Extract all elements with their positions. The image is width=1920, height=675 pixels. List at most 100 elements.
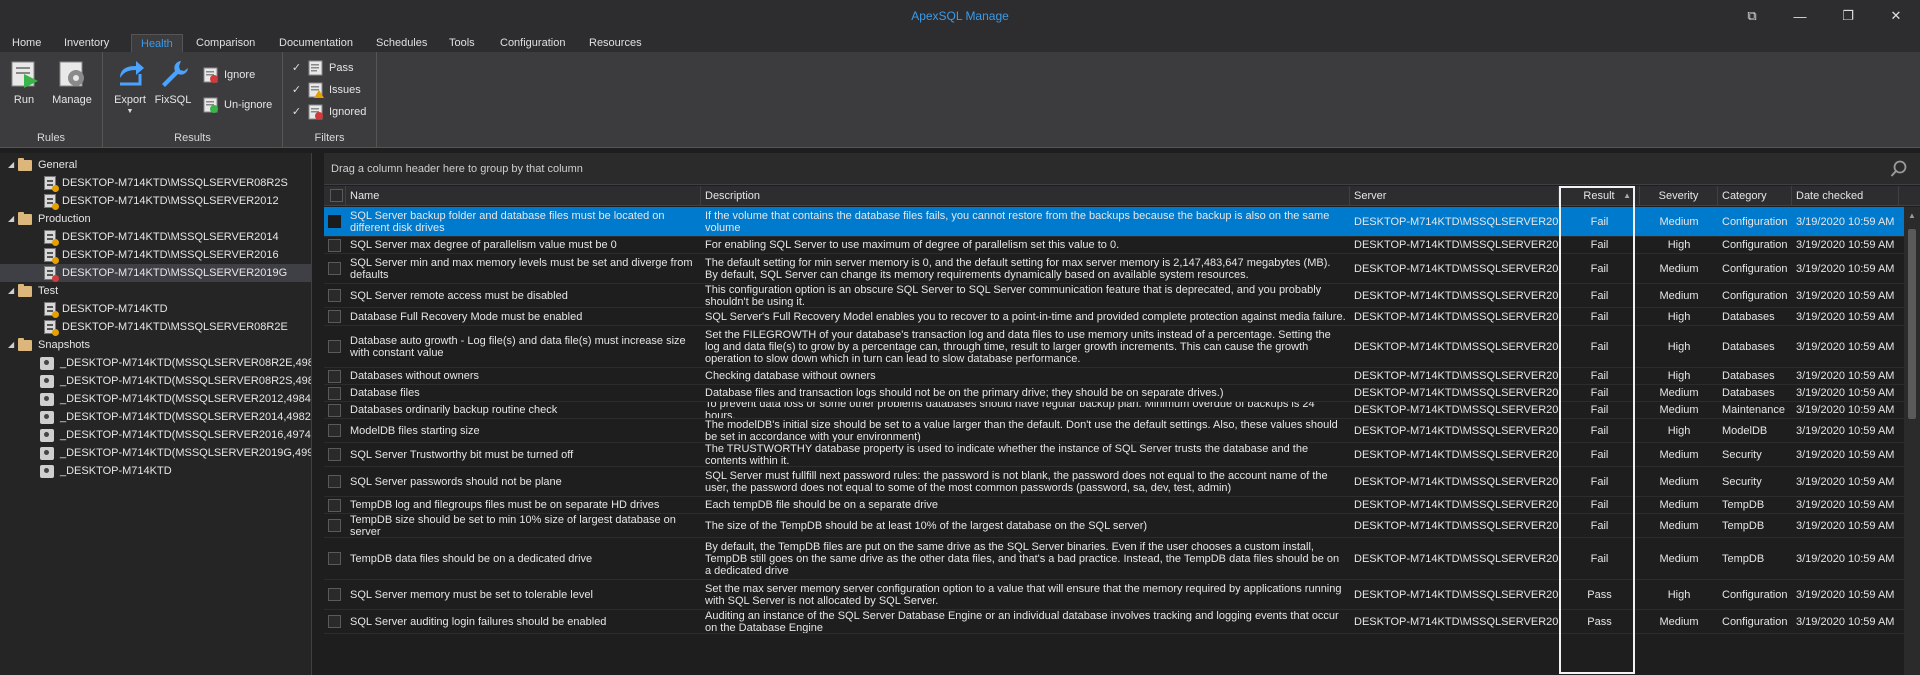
filter-issues-toggle[interactable]: ✓ Issues [290,80,361,100]
column-header-description[interactable]: Description [701,186,1350,206]
tree-group-test[interactable]: ◢ Test [8,282,58,300]
tab-documentation[interactable]: Documentation [270,34,362,52]
checkbox[interactable] [328,552,341,565]
table-row[interactable]: ModelDB files starting size The modelDB's… [324,419,1904,443]
row-checkbox-cell[interactable] [324,368,346,384]
close-button[interactable]: ✕ [1872,0,1920,32]
tree-server-item[interactable]: DESKTOP-M714KTD\MSSQLSERVER08R2E [0,318,311,336]
table-row[interactable]: Database files Database files and transac… [324,385,1904,402]
table-row[interactable]: Database auto growth - Log file(s) and d… [324,326,1904,368]
ignore-button[interactable]: Ignore [203,65,255,85]
tree-snapshot-item[interactable]: _DESKTOP-M714KTD(MSSQLSERVER2014,49823) [40,408,311,426]
tree-server-item[interactable]: DESKTOP-M714KTD\MSSQLSERVER08R2S [0,174,311,192]
row-checkbox-cell[interactable] [324,308,346,325]
checkbox[interactable] [330,189,343,202]
group-by-bar[interactable]: Drag a column header here to group by th… [324,153,1920,185]
row-checkbox-cell[interactable] [324,419,346,442]
grid-vertical-scrollbar[interactable]: ▲ [1904,207,1920,675]
checkbox[interactable] [328,310,341,323]
tab-resources[interactable]: Resources [580,34,651,52]
row-checkbox-cell[interactable] [324,497,346,513]
row-checkbox-cell[interactable] [324,514,346,537]
export-button[interactable]: Export ▼ [108,58,152,115]
row-checkbox-cell[interactable] [324,385,346,401]
tab-comparison[interactable]: Comparison [187,34,264,52]
expand-triangle-icon[interactable]: ◢ [8,210,18,228]
minimize-button[interactable]: — [1776,0,1824,32]
tree-group-production[interactable]: ◢ Production [8,210,91,228]
column-header-result[interactable]: Result ▲ [1559,186,1640,206]
column-header-category[interactable]: Category [1718,186,1792,206]
table-row[interactable]: SQL Server backup folder and database fi… [324,207,1904,237]
tree-snapshot-item[interactable]: _DESKTOP-M714KTD(MSSQLSERVER08R2S,49857) [40,372,311,390]
table-row[interactable]: SQL Server min and max memory levels mus… [324,254,1904,284]
row-checkbox-cell[interactable] [324,237,346,253]
fixsql-button[interactable]: FixSQL [151,58,195,106]
filter-ignored-toggle[interactable]: ✓ Ignored [290,102,366,122]
run-button[interactable]: Run [2,58,46,106]
table-row[interactable]: Databases ordinarily backup routine chec… [324,402,1904,419]
table-row[interactable]: TempDB data files should be on a dedicat… [324,538,1904,580]
select-all-checkbox[interactable] [324,186,346,206]
tab-configuration[interactable]: Configuration [491,34,574,52]
tree-server-item[interactable]: DESKTOP-M714KTD [0,300,311,318]
tab-schedules[interactable]: Schedules [367,34,436,52]
tree-group-general[interactable]: ◢ General [8,156,77,174]
unignore-button[interactable]: Un-ignore [203,95,272,115]
table-row[interactable]: SQL Server remote access must be disable… [324,284,1904,308]
tree-server-item[interactable]: DESKTOP-M714KTD\MSSQLSERVER2014 [0,228,311,246]
row-checkbox-cell[interactable] [324,580,346,609]
filter-pass-toggle[interactable]: ✓ Pass [290,58,353,78]
expand-triangle-icon[interactable]: ◢ [8,282,18,300]
checkbox[interactable] [328,615,341,628]
panel-splitter[interactable] [312,153,324,675]
tree-snapshot-item[interactable]: _DESKTOP-M714KTD(MSSQLSERVER2016,49747) [40,426,311,444]
table-row[interactable]: Databases without owners Checking databas… [324,368,1904,385]
tree-group-snapshots[interactable]: ◢ Snapshots [8,336,90,354]
expand-triangle-icon[interactable]: ◢ [8,336,18,354]
row-checkbox-cell[interactable] [324,284,346,307]
checkbox[interactable] [328,238,341,252]
column-header-server[interactable]: Server [1350,186,1559,206]
checkbox[interactable] [328,262,341,275]
checkbox[interactable] [328,519,341,532]
tab-inventory[interactable]: Inventory [55,34,118,52]
tab-health[interactable]: Health [131,34,183,52]
tree-server-item[interactable]: DESKTOP-M714KTD\MSSQLSERVER2012 [0,192,311,210]
table-row[interactable]: SQL Server Trustworthy bit must be turne… [324,443,1904,467]
checkbox[interactable] [328,386,341,400]
export-dropdown-icon[interactable]: ▼ [108,108,152,115]
tab-home[interactable]: Home [3,34,50,52]
maximize-button[interactable]: ❐ [1824,0,1872,32]
row-checkbox-cell[interactable] [324,610,346,633]
checkbox[interactable] [328,369,341,383]
row-checkbox-cell[interactable] [324,538,346,579]
tree-snapshot-item[interactable]: _DESKTOP-M714KTD(MSSQLSERVER2019G,49970) [40,444,311,462]
expand-triangle-icon[interactable]: ◢ [8,156,18,174]
table-row[interactable]: SQL Server max degree of parallelism val… [324,237,1904,254]
checkbox[interactable] [328,403,341,417]
scrollbar-thumb[interactable] [1908,229,1916,419]
checkbox[interactable] [328,588,341,601]
row-checkbox-cell[interactable] [324,467,346,496]
scroll-up-icon[interactable]: ▲ [1908,211,1916,220]
checkbox[interactable] [328,448,341,461]
row-checkbox-cell[interactable] [324,207,346,236]
tree-server-item[interactable]: DESKTOP-M714KTD\MSSQLSERVER2016 [0,246,311,264]
checkbox[interactable] [328,475,341,488]
table-row[interactable]: SQL Server auditing login failures shoul… [324,610,1904,634]
row-checkbox-cell[interactable] [324,402,346,418]
tree-snapshot-item[interactable]: _DESKTOP-M714KTD [40,462,172,480]
column-header-date-checked[interactable]: Date checked [1792,186,1899,206]
checkbox[interactable] [328,340,341,353]
search-icon[interactable] [1890,160,1908,178]
row-checkbox-cell[interactable] [324,254,346,283]
column-header-severity[interactable]: Severity [1640,186,1718,206]
tree-snapshot-item[interactable]: _DESKTOP-M714KTD(MSSQLSERVER08R2E,49870) [40,354,311,372]
tree-snapshot-item[interactable]: _DESKTOP-M714KTD(MSSQLSERVER2012,49844) [40,390,311,408]
table-row[interactable]: TempDB size should be set to min 10% siz… [324,514,1904,538]
tree-server-item[interactable]: DESKTOP-M714KTD\MSSQLSERVER2019G [0,264,311,282]
checkbox[interactable] [328,215,341,228]
checkbox[interactable] [328,498,341,512]
tab-tools[interactable]: Tools [440,34,484,52]
